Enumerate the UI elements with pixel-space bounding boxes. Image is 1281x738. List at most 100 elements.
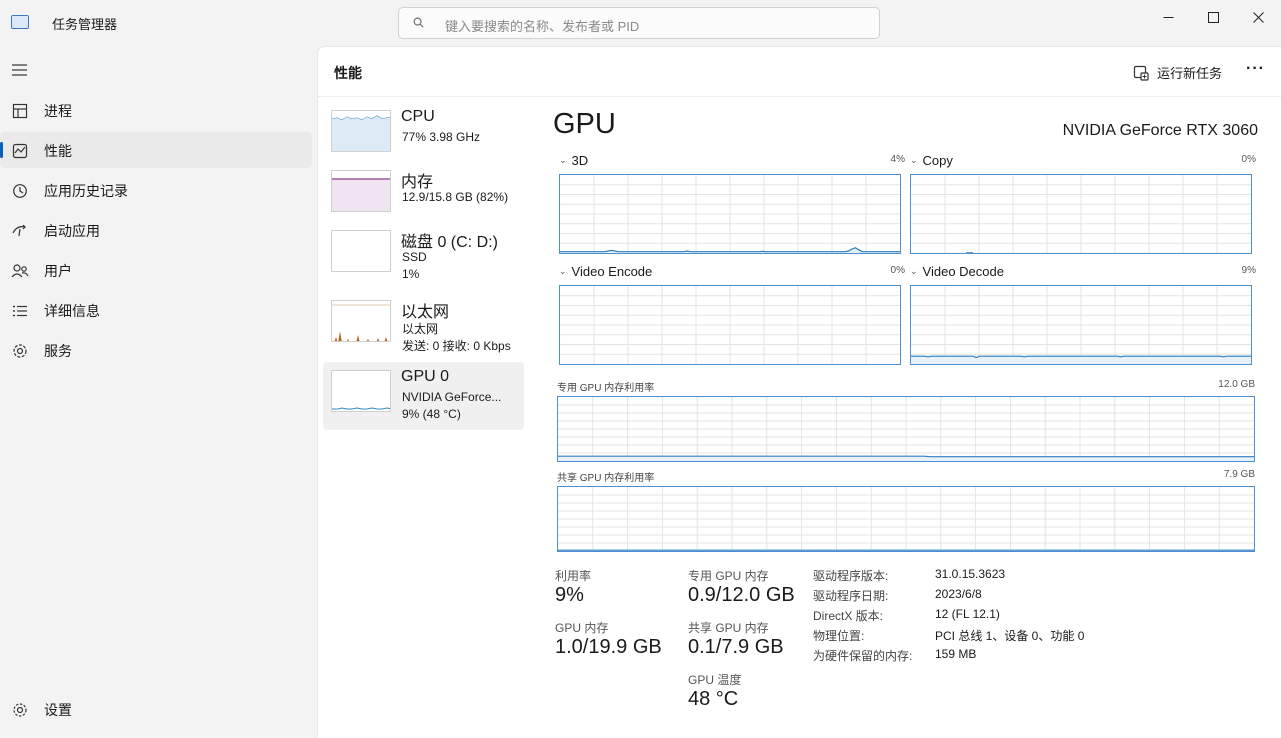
close-icon xyxy=(1252,11,1264,23)
sidebar-item-label: 启动应用 xyxy=(44,223,100,239)
run-task-icon xyxy=(1133,65,1149,81)
utilization-label: 利用率 xyxy=(555,569,592,583)
info-value: PCI 总线 1、设备 0、功能 0 xyxy=(935,629,1085,643)
maximize-button[interactable] xyxy=(1190,4,1236,30)
shared-memory-label: 共享 GPU 内存利用率 xyxy=(557,473,655,484)
device-item-0[interactable]: CPU 77% 3.98 GHz xyxy=(323,102,524,170)
device-mini-graph xyxy=(331,230,391,272)
chevron-down-icon: ⌄ xyxy=(559,266,567,276)
sidebar-item-users[interactable]: 用户 xyxy=(0,252,312,288)
device-detail-2: 1% xyxy=(402,267,420,281)
sidebar-item-startup-apps[interactable]: 启动应用 xyxy=(0,212,312,248)
device-detail-1: 以太网 xyxy=(402,322,439,336)
page-title: 性能 xyxy=(334,65,362,81)
maximize-icon xyxy=(1207,11,1219,23)
device-detail-1: NVIDIA GeForce... xyxy=(402,390,502,404)
info-value: 2023/6/8 xyxy=(935,587,982,601)
device-detail-2: 9% (48 °C) xyxy=(402,407,461,421)
engine-graph xyxy=(910,285,1252,365)
engine-selector-0[interactable]: ⌄ 3D xyxy=(559,153,588,168)
device-item-1[interactable]: 内存 12.9/15.8 GB (82%) xyxy=(323,162,524,230)
info-value: 31.0.15.3623 xyxy=(935,567,1006,581)
services-icon xyxy=(11,342,29,360)
engine-name: Video Encode xyxy=(571,264,653,279)
engine-graph xyxy=(559,174,901,254)
device-mini-graph xyxy=(331,110,391,152)
info-key: 驱动程序版本: xyxy=(813,569,889,583)
shared-memory-max: 7.9 GB xyxy=(1223,469,1255,480)
minimize-button[interactable] xyxy=(1145,4,1191,30)
search-input[interactable]: 键入要搜索的名称、发布者或 PID xyxy=(398,7,880,39)
device-name: GPU 0 xyxy=(401,368,450,385)
info-key: 为硬件保留的内存: xyxy=(813,649,913,663)
engine-name: 3D xyxy=(571,153,589,168)
sidebar-item-label: 用户 xyxy=(44,263,72,279)
info-key: DirectX 版本: xyxy=(813,609,884,623)
info-value: 12 (FL 12.1) xyxy=(935,607,1000,621)
engine-selector-2[interactable]: ⌄ Video Encode xyxy=(559,264,652,279)
device-item-4[interactable]: GPU 0 NVIDIA GeForce... 9% (48 °C) xyxy=(323,362,524,430)
sidebar-item-services[interactable]: 服务 xyxy=(0,332,312,368)
engine-max: 0% xyxy=(1241,154,1256,165)
gpu-temp-label: GPU 温度 xyxy=(688,673,742,687)
sidebar-item-label: 进程 xyxy=(44,103,72,119)
engine-name: Video Decode xyxy=(922,264,1004,279)
gpu-title: GPU xyxy=(553,108,616,140)
device-name: 内存 xyxy=(401,174,434,191)
chevron-down-icon: ⌄ xyxy=(559,155,567,165)
device-item-3[interactable]: 以太网 以太网发送: 0 接收: 0 Kbps xyxy=(323,292,524,360)
sidebar-item-label: 详细信息 xyxy=(44,303,100,319)
sidebar-item-details[interactable]: 详细信息 xyxy=(0,292,312,328)
engine-selector-3[interactable]: ⌄ Video Decode xyxy=(910,264,1004,279)
active-indicator xyxy=(0,142,3,158)
shared-memory-graph xyxy=(557,486,1255,552)
engine-graph xyxy=(559,285,901,365)
engine-max: 9% xyxy=(1241,265,1256,276)
engine-name: Copy xyxy=(922,153,953,168)
engine-selector-1[interactable]: ⌄ Copy xyxy=(910,153,953,168)
run-new-task-label: 运行新任务 xyxy=(1157,66,1223,81)
engine-graph xyxy=(910,174,1252,254)
info-key: 物理位置: xyxy=(813,629,865,643)
device-detail-1: 12.9/15.8 GB (82%) xyxy=(402,190,509,204)
minimize-icon xyxy=(1163,16,1173,18)
device-detail-2: 发送: 0 接收: 0 Kbps xyxy=(402,339,511,353)
engine-max: 0% xyxy=(890,265,905,276)
info-value: 159 MB xyxy=(935,647,977,661)
device-item-2[interactable]: 磁盘 0 (C: D:) SSD 1% xyxy=(323,222,524,290)
more-options-button[interactable]: ··· xyxy=(1246,60,1265,78)
search-icon xyxy=(413,17,424,28)
gpu-mem-label: GPU 内存 xyxy=(555,621,609,635)
search-placeholder: 键入要搜索的名称、发布者或 PID xyxy=(445,19,640,34)
settings-icon xyxy=(11,701,29,719)
more-icon: ··· xyxy=(1246,60,1265,77)
run-new-task-button[interactable]: 运行新任务 xyxy=(1133,63,1222,82)
device-detail-1: 77% 3.98 GHz xyxy=(402,130,481,144)
shared-mem-label: 共享 GPU 内存 xyxy=(688,621,769,635)
gpu-mem-value: 1.0/19.9 GB xyxy=(555,636,662,658)
device-mini-graph xyxy=(331,170,391,212)
sidebar-item-label: 设置 xyxy=(44,702,72,718)
hamburger-icon xyxy=(12,64,27,76)
device-detail-1: SSD xyxy=(402,250,427,264)
device-name: 以太网 xyxy=(401,304,450,321)
performance-icon xyxy=(11,142,29,160)
info-key: 驱动程序日期: xyxy=(813,589,889,603)
sidebar-item-settings[interactable]: 设置 xyxy=(0,691,312,727)
sidebar-item-label: 性能 xyxy=(44,143,72,159)
close-button[interactable] xyxy=(1235,4,1281,30)
header-divider xyxy=(317,96,1281,97)
device-name: 磁盘 0 (C: D:) xyxy=(401,234,498,251)
chevron-down-icon: ⌄ xyxy=(910,155,918,165)
sidebar-item-performance[interactable]: 性能 xyxy=(0,132,312,168)
sidebar-item-label: 服务 xyxy=(44,343,72,359)
dedicated-memory-graph xyxy=(557,396,1255,462)
task-manager-app-icon xyxy=(11,15,29,29)
hamburger-menu-button[interactable] xyxy=(11,63,29,77)
window-title: 任务管理器 xyxy=(52,17,118,32)
device-name: CPU xyxy=(401,108,435,125)
sidebar-item-processes[interactable]: 进程 xyxy=(0,92,312,128)
utilization-value: 9% xyxy=(555,584,584,606)
sidebar-item-app-history[interactable]: 应用历史记录 xyxy=(0,172,312,208)
sidebar-item-label: 应用历史记录 xyxy=(44,183,128,199)
